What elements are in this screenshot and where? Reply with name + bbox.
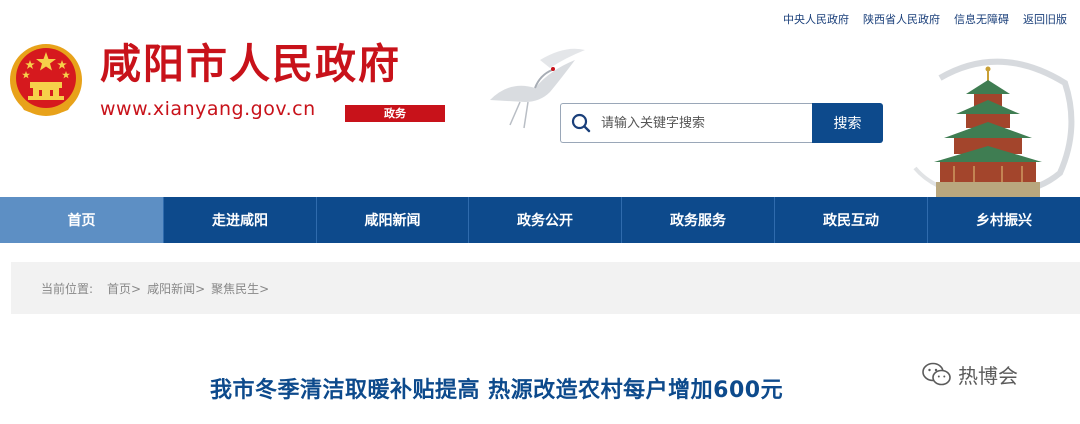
article-title: 我市冬季清洁取暖补贴提高 热源改造农村每户增加600元: [210, 378, 784, 403]
site-url: www.xianyang.gov.cn: [100, 98, 316, 120]
nav-item-xianyang-news[interactable]: 咸阳新闻: [317, 197, 469, 243]
main-nav: 首页 走进咸阳 咸阳新闻 政务公开 政务服务 政民互动 乡村振兴: [0, 197, 1080, 243]
nav-item-gov-services[interactable]: 政务服务: [622, 197, 775, 243]
watermark: 热博会: [922, 360, 1018, 389]
site-header: 中央人民政府 陕西省人民政府 信息无障碍 返回旧版 咸阳市人民政府 www.xi…: [0, 0, 1080, 197]
top-links: 中央人民政府 陕西省人民政府 信息无障碍 返回旧版: [783, 11, 1067, 27]
breadcrumb: 当前位置: 首页> 咸阳新闻> 聚焦民生>: [11, 262, 1080, 314]
site-tag: 政务: [345, 105, 445, 122]
top-link-shaanxi-gov[interactable]: 陕西省人民政府: [863, 11, 940, 27]
nav-item-public-interaction[interactable]: 政民互动: [775, 197, 928, 243]
search-box: [560, 103, 812, 143]
top-link-old-version[interactable]: 返回旧版: [1023, 11, 1067, 27]
search-icon: [561, 103, 601, 143]
top-link-central-gov[interactable]: 中央人民政府: [783, 11, 849, 27]
top-link-accessibility[interactable]: 信息无障碍: [954, 11, 1009, 27]
national-emblem-icon[interactable]: [6, 38, 86, 120]
nav-item-rural-revitalization[interactable]: 乡村振兴: [928, 197, 1080, 243]
breadcrumb-livelihood[interactable]: 聚焦民生>: [211, 280, 269, 297]
breadcrumb-home[interactable]: 首页>: [107, 280, 141, 297]
breadcrumb-label: 当前位置:: [41, 281, 94, 296]
wechat-icon: [922, 362, 951, 385]
watermark-text: 热博会: [958, 364, 1018, 388]
search-input[interactable]: [601, 105, 801, 141]
site-title[interactable]: 咸阳市人民政府: [100, 44, 401, 85]
search-button[interactable]: 搜索: [812, 103, 883, 143]
nav-item-gov-affairs-open[interactable]: 政务公开: [469, 197, 622, 243]
pavilion-image: [913, 58, 1075, 197]
nav-item-home[interactable]: 首页: [0, 197, 164, 243]
breadcrumb-xianyang-news[interactable]: 咸阳新闻>: [147, 280, 205, 297]
nav-item-about-xianyang[interactable]: 走进咸阳: [164, 197, 317, 243]
